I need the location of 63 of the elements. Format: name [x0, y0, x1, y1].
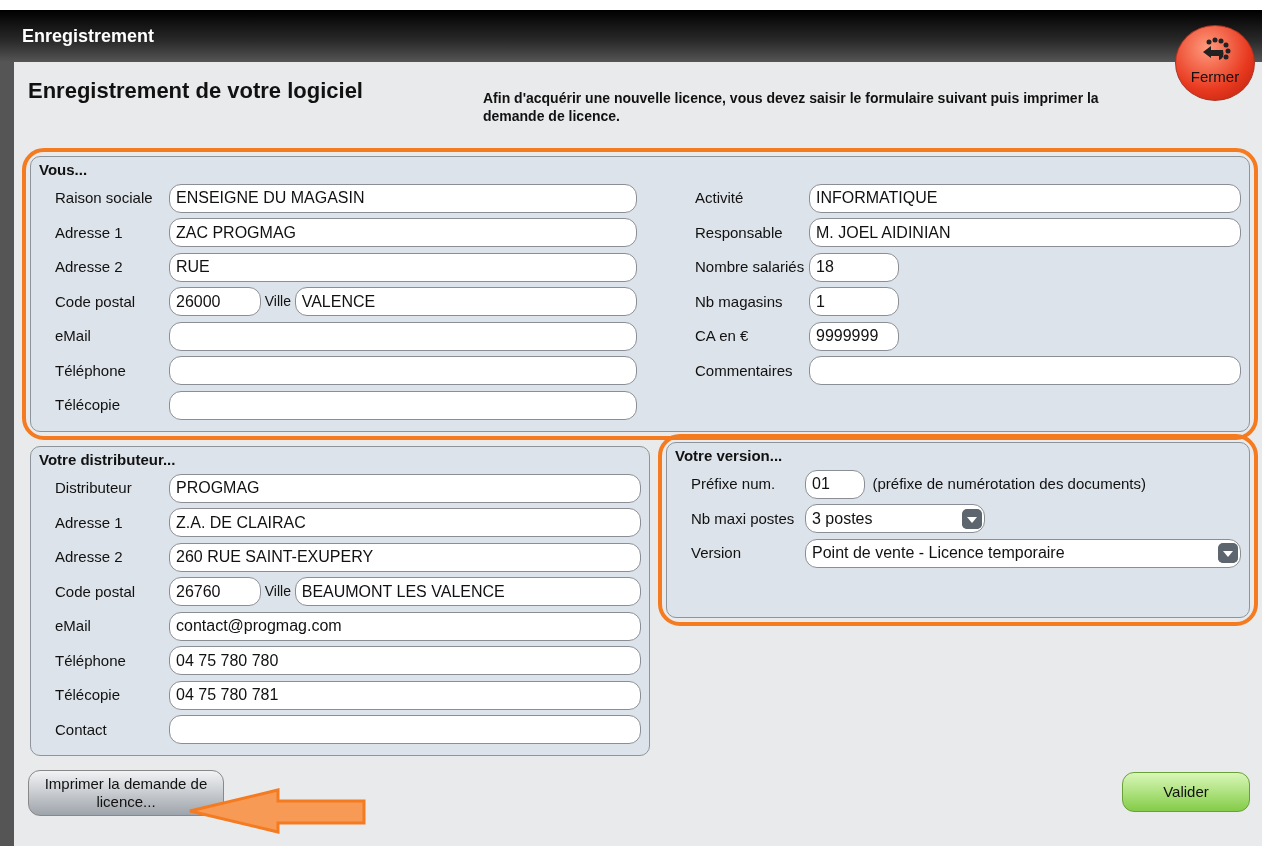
field-hint: (préfixe de numérotation des documents): [872, 474, 1146, 494]
validate-button[interactable]: Valider: [1122, 772, 1250, 813]
text-field[interactable]: Z.A. DE CLAIRAC: [169, 508, 641, 538]
text-field[interactable]: [169, 356, 637, 386]
field-label: eMail: [54, 616, 92, 636]
dropdown-caret-icon: [962, 508, 982, 529]
field-label: Téléphone: [54, 650, 127, 671]
form-heading: Enregistrement de votre logiciel: [28, 78, 364, 105]
field-label: Version: [690, 543, 743, 563]
text-field[interactable]: ENSEIGNE DU MAGASIN: [169, 183, 637, 213]
field-label: Commentaires: [694, 360, 794, 381]
field-label: Préfixe num.: [690, 474, 777, 494]
dropdown-caret-icon: [1218, 543, 1238, 564]
text-field[interactable]: 04 75 780 780: [169, 646, 641, 676]
postal-code-field[interactable]: 26760: [169, 577, 261, 607]
text-field[interactable]: 01: [805, 469, 865, 499]
field-label: Nb magasins: [694, 291, 784, 312]
postal-code-field[interactable]: 26000: [169, 287, 261, 317]
text-field[interactable]: 1: [809, 287, 899, 317]
field-label: Raison sociale: [54, 188, 154, 208]
section-title: Votre distributeur...: [39, 450, 177, 470]
text-field[interactable]: [809, 356, 1241, 386]
field-label: Activité: [694, 188, 745, 208]
text-field[interactable]: M. JOEL AIDINIAN: [809, 218, 1241, 248]
text-field[interactable]: [169, 715, 641, 745]
field-label: Adresse 1: [54, 512, 124, 533]
text-field[interactable]: 04 75 780 781: [169, 680, 641, 710]
text-field[interactable]: 18: [809, 252, 899, 282]
text-field[interactable]: contact@progmag.com: [169, 611, 641, 641]
field-label: Adresse 2: [54, 547, 124, 567]
field-label: Ville: [263, 292, 292, 312]
text-field[interactable]: [169, 321, 637, 351]
text-field[interactable]: 260 RUE SAINT-EXUPERY: [169, 542, 641, 572]
field-label: CA en €: [694, 326, 750, 346]
dropdown[interactable]: 3 postes: [805, 504, 985, 534]
field-label: Télécopie: [54, 395, 122, 415]
field-label: Responsable: [694, 222, 784, 243]
field-label: Téléphone: [54, 360, 127, 381]
field-label: Distributeur: [54, 478, 133, 498]
text-field[interactable]: INFORMATIQUE: [809, 183, 1241, 213]
field-label: Nombre salariés: [694, 257, 806, 277]
text-field[interactable]: [169, 390, 637, 420]
print-button[interactable]: Imprimer la demande de licence...: [28, 770, 224, 816]
window-title: Enregistrement: [22, 24, 155, 48]
field-label: eMail: [54, 326, 92, 346]
text-field[interactable]: RUE: [169, 252, 637, 282]
intro-text: Afin d'acquérir une nouvelle licence, vous devez saisir le formulaire suivant puis imprimer la demande de licence.: [483, 90, 1100, 125]
field-label: Adresse 1: [54, 222, 124, 243]
city-field[interactable]: BEAUMONT LES VALENCE: [294, 577, 641, 607]
section-title: Votre version...: [675, 446, 784, 466]
field-label: Code postal: [54, 581, 137, 602]
section-title: Vous...: [39, 160, 89, 180]
text-field[interactable]: 9999999: [809, 321, 899, 351]
field-label: Code postal: [54, 291, 137, 312]
field-label: Adresse 2: [54, 257, 124, 277]
text-field[interactable]: PROGMAG: [169, 473, 641, 503]
field-label: Ville: [263, 582, 292, 602]
text-field[interactable]: ZAC PROGMAG: [169, 218, 637, 248]
field-label: Contact: [54, 719, 108, 740]
city-field[interactable]: VALENCE: [294, 287, 637, 317]
field-label: Nb maxi postes: [690, 508, 796, 529]
field-label: Télécopie: [54, 685, 122, 705]
dropdown[interactable]: Point de vente - Licence temporaire: [805, 538, 1241, 568]
